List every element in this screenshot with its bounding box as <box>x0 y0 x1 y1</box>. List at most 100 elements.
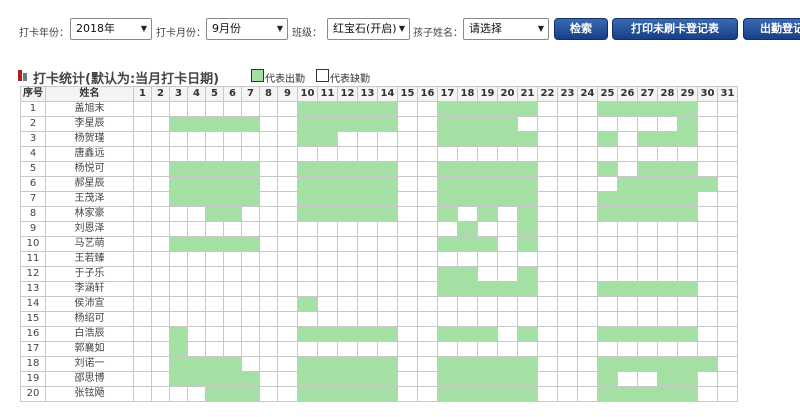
absent-cell <box>397 356 418 372</box>
year-select[interactable]: 2018年 ▼ <box>70 18 152 40</box>
present-cell <box>677 161 698 177</box>
present-cell <box>597 281 618 297</box>
student-name: 于子乐 <box>45 266 134 282</box>
student-name: 白浩辰 <box>45 326 134 342</box>
print-button[interactable]: 打印未刷卡登记表 <box>612 18 738 40</box>
present-cell <box>357 161 378 177</box>
present-cell <box>497 116 518 132</box>
absent-cell <box>597 221 618 237</box>
absent-cell <box>151 356 170 372</box>
day-header: 4 <box>187 86 206 102</box>
present-cell <box>517 236 538 252</box>
absent-cell <box>617 341 638 357</box>
absent-cell <box>205 326 224 342</box>
present-cell <box>497 176 518 192</box>
absent-cell <box>169 146 188 162</box>
present-cell <box>677 176 698 192</box>
absent-cell <box>597 176 618 192</box>
absent-cell <box>677 266 698 282</box>
absent-cell <box>597 266 618 282</box>
absent-cell <box>577 281 598 297</box>
absent-cell <box>717 176 738 192</box>
present-legend-label: 代表出勤 <box>265 74 305 85</box>
section-title: 打卡统计(默认为:当月打卡日期) <box>33 72 220 87</box>
present-cell <box>377 386 398 402</box>
absent-cell <box>537 131 558 147</box>
absent-cell <box>437 251 458 267</box>
absent-cell <box>187 266 206 282</box>
absent-cell <box>337 131 358 147</box>
present-cell <box>457 116 478 132</box>
absent-cell <box>377 131 398 147</box>
absent-cell <box>677 251 698 267</box>
row-index: 4 <box>20 146 46 162</box>
day-header: 11 <box>317 86 338 102</box>
absent-cell <box>557 101 578 117</box>
absent-cell <box>657 296 678 312</box>
absent-cell <box>133 101 152 117</box>
search-button[interactable]: 检索 <box>554 18 608 40</box>
absent-cell <box>557 191 578 207</box>
absent-cell <box>597 311 618 327</box>
child-label: 孩子姓名： <box>413 28 463 39</box>
absent-cell <box>477 221 498 237</box>
present-cell <box>497 386 518 402</box>
present-cell <box>497 371 518 387</box>
absent-cell <box>417 356 438 372</box>
absent-cell <box>133 191 152 207</box>
present-cell <box>223 206 242 222</box>
day-header: 24 <box>577 86 598 102</box>
absent-cell <box>557 341 578 357</box>
table-row: 13 李涵轩 <box>20 281 738 297</box>
absent-cell <box>259 161 278 177</box>
present-cell <box>657 386 678 402</box>
absent-cell <box>151 236 170 252</box>
present-cell <box>677 116 698 132</box>
student-name: 杨绍可 <box>45 311 134 327</box>
absent-cell <box>151 131 170 147</box>
present-cell <box>637 176 658 192</box>
export-attendance-button[interactable]: 出勤登记 <box>743 18 800 40</box>
table-header-row: 序号 姓名 1 2 3 4 5 6 7 8 9 10 11 12 13 14 15 16 17 18 19 20 21 22 2… <box>20 86 738 102</box>
absent-cell <box>437 311 458 327</box>
class-select[interactable]: 红宝石(开启) ▼ <box>327 18 410 40</box>
absent-cell <box>397 296 418 312</box>
row-index: 1 <box>20 101 46 117</box>
student-name: 马艺萌 <box>45 236 134 252</box>
present-cell <box>617 176 638 192</box>
absent-cell <box>717 146 738 162</box>
present-cell <box>169 191 188 207</box>
present-cell <box>677 281 698 297</box>
row-index: 19 <box>20 371 46 387</box>
row-index: 15 <box>20 311 46 327</box>
present-cell <box>437 131 458 147</box>
absent-cell <box>497 206 518 222</box>
present-cell <box>337 116 358 132</box>
absent-cell <box>697 326 718 342</box>
day-header: 20 <box>497 86 518 102</box>
present-cell <box>677 386 698 402</box>
student-name: 林家豪 <box>45 206 134 222</box>
absent-cell <box>417 101 438 117</box>
table-row: 11 王若臻 <box>20 251 738 267</box>
present-cell <box>497 356 518 372</box>
day-header: 12 <box>337 86 358 102</box>
absent-cell <box>357 296 378 312</box>
absent-cell <box>241 266 260 282</box>
absent-cell <box>151 101 170 117</box>
absent-cell <box>717 116 738 132</box>
absent-cell <box>417 236 438 252</box>
absent-cell <box>151 191 170 207</box>
absent-cell <box>377 341 398 357</box>
absent-cell <box>557 131 578 147</box>
absent-cell <box>259 191 278 207</box>
present-cell <box>637 281 658 297</box>
child-select[interactable]: 请选择 ▼ <box>463 18 549 40</box>
absent-cell <box>417 266 438 282</box>
month-label: 打卡月份： <box>156 28 206 39</box>
absent-cell <box>577 206 598 222</box>
present-cell <box>169 161 188 177</box>
month-select[interactable]: 9月份 ▼ <box>206 18 288 40</box>
present-cell <box>223 371 242 387</box>
absent-cell <box>677 236 698 252</box>
